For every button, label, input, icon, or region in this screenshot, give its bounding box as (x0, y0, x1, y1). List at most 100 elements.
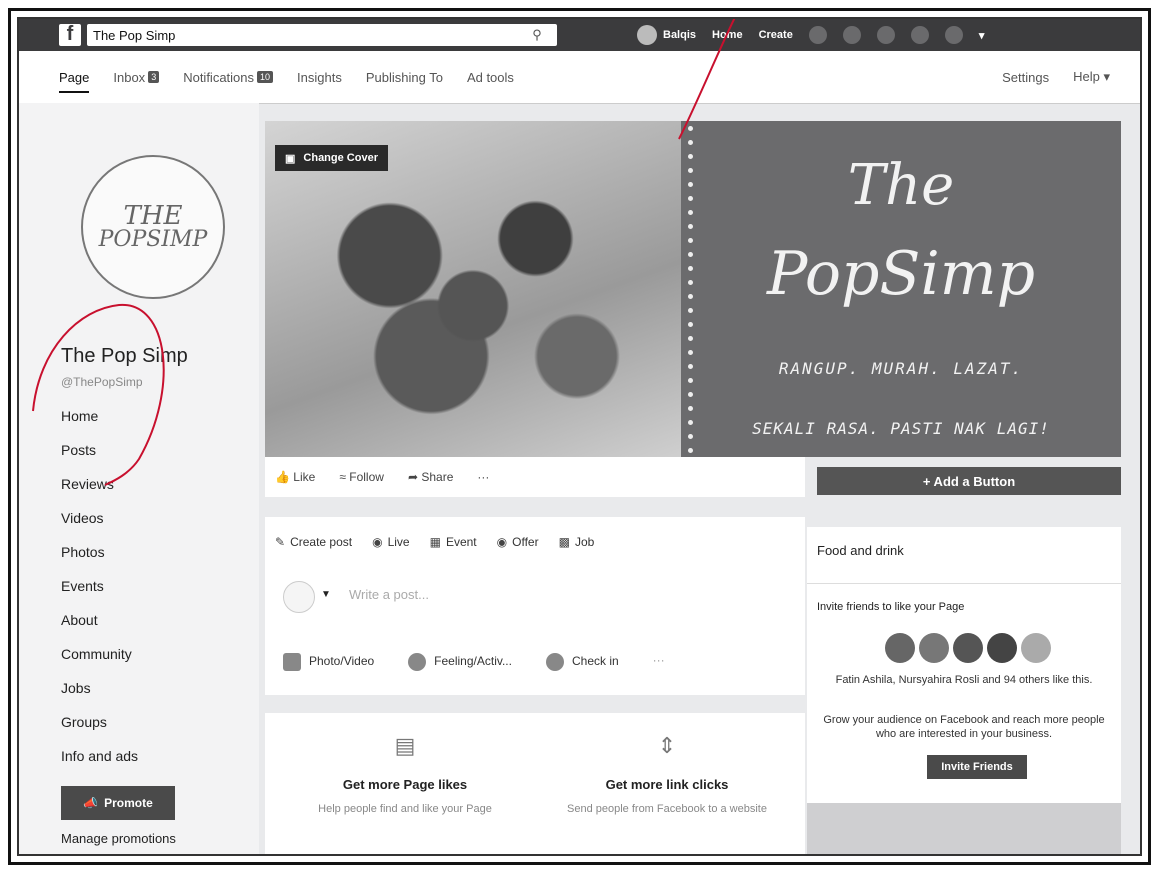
invite-heading: Invite friends to like your Page (817, 601, 965, 613)
offer-tag-icon: ◉ (496, 535, 508, 549)
get-page-likes-card[interactable]: ▤ Get more Page likes Help people find a… (285, 733, 525, 817)
more-options-button[interactable]: ··· (477, 470, 489, 484)
cursor-icon: ⇕ (657, 733, 677, 758)
logo-text-line1: THE (123, 201, 183, 231)
job-tab[interactable]: ▩ Job (559, 535, 595, 549)
tab-settings[interactable]: Settings (990, 51, 1061, 103)
tab-help[interactable]: Help ▾ (1061, 51, 1122, 103)
grow-audience-text: Grow your audience on Facebook and reach… (823, 714, 1105, 740)
cover-title-line2: PopSimp (766, 239, 1036, 309)
tab-insights[interactable]: Insights (285, 51, 354, 103)
photo-video-button[interactable]: Photo/Video (283, 653, 374, 671)
tab-label: Insights (297, 69, 342, 85)
tab-notifications[interactable]: Notifications 10 (171, 51, 285, 103)
sidebar-item-home[interactable]: Home (61, 399, 138, 433)
like-label: Like (293, 470, 316, 484)
manage-promotions-link[interactable]: Manage promotions (61, 831, 176, 846)
tab-label: Live (387, 535, 410, 549)
promote-label: Promote (104, 796, 153, 810)
notifications-count-badge: 10 (257, 71, 274, 83)
get-link-clicks-card[interactable]: ⇕ Get more link clicks Send people from … (547, 733, 787, 817)
tab-label: Ad tools (466, 69, 514, 85)
notifications-bell-icon[interactable] (876, 26, 895, 44)
offer-tab[interactable]: ◉ Offer (497, 535, 539, 549)
location-pin-icon (545, 653, 564, 671)
page-management-tabs: Page Inbox 3 Notifications 10 Insights Pub… (19, 51, 1140, 104)
invite-friends-button[interactable]: Invite Friends (927, 755, 1027, 779)
growth-suggestions: ▤ Get more Page likes Help people find a… (265, 713, 805, 854)
more-composer-options-button[interactable]: ··· (653, 653, 665, 671)
page-username[interactable]: @ThePopSimp (61, 375, 143, 389)
friends-like-text: Fatin Ashila, Nursyahira Rosli and 94 ot… (835, 674, 1093, 686)
sidebar-item-groups[interactable]: Groups (61, 705, 138, 739)
facebook-logo-icon[interactable]: f (59, 23, 81, 46)
camera-icon: ▣ (285, 152, 296, 165)
sidebar-item-photos[interactable]: Photos (61, 535, 138, 569)
sidebar-item-reviews[interactable]: Reviews (61, 467, 138, 501)
left-sidebar: THE POPSIMP The Pop Simp @ThePopSimp Hom… (19, 103, 259, 854)
home-link[interactable]: Home (712, 29, 743, 41)
inbox-count-badge: 3 (148, 71, 160, 83)
sidebar-item-events[interactable]: Events (61, 569, 138, 603)
post-as-chevron-down-icon[interactable]: ▼ (321, 589, 331, 600)
tab-page[interactable]: Page (47, 51, 101, 103)
change-cover-button[interactable]: ▣ Change Cover (275, 145, 388, 171)
check-in-button[interactable]: Check in (545, 653, 619, 671)
add-a-button[interactable]: + Add a Button (817, 467, 1121, 495)
cover-food-image (265, 121, 681, 457)
help-icon[interactable] (944, 26, 963, 44)
search-icon[interactable]: ⚲ (517, 27, 557, 43)
avatar[interactable] (1021, 633, 1051, 663)
avatar (637, 25, 657, 45)
tab-ad-tools[interactable]: Ad tools (455, 51, 526, 103)
page-category[interactable]: Food and drink (817, 543, 904, 558)
write-post-input[interactable]: Write a post... (349, 587, 429, 602)
page-title[interactable]: The Pop Simp (61, 345, 188, 368)
avatar[interactable] (987, 633, 1017, 663)
avatar[interactable] (953, 633, 983, 663)
page-likes-icon: ▤ (394, 733, 416, 758)
sidebar-item-info-and-ads[interactable]: Info and ads (61, 739, 138, 773)
event-tab[interactable]: ▦ Event (430, 535, 477, 549)
rss-icon: ≈ (339, 470, 346, 484)
tab-publishing-tools[interactable]: Publishing To (354, 51, 455, 103)
live-tab[interactable]: ◉ Live (372, 535, 410, 549)
create-link[interactable]: Create (759, 29, 793, 41)
follow-button[interactable]: ≈ Follow (339, 470, 384, 484)
page-profile-picture[interactable]: THE POPSIMP (81, 155, 225, 299)
sidebar-item-community[interactable]: Community (61, 637, 138, 671)
sidebar-item-videos[interactable]: Videos (61, 501, 138, 535)
action-label: Check in (571, 654, 619, 669)
sidebar-item-posts[interactable]: Posts (61, 433, 138, 467)
tab-label: Job (574, 535, 595, 549)
avatar (283, 581, 315, 613)
avatar[interactable] (919, 633, 949, 663)
profile-link[interactable]: Balqis (637, 25, 696, 45)
composer-actions: Photo/Video Feeling/Activ... Check in ··… (283, 653, 665, 671)
tab-inbox[interactable]: Inbox 3 (101, 51, 171, 103)
share-button[interactable]: ➦ Share (408, 470, 453, 484)
sidebar-item-about[interactable]: About (61, 603, 138, 637)
avatar[interactable] (885, 633, 915, 663)
friend-requests-icon[interactable] (808, 26, 827, 44)
post-composer: ✎ Create post ◉ Live ▦ Event ◉ Offer ▩ Job ▼ … (265, 517, 805, 695)
create-post-tab[interactable]: ✎ Create post (275, 535, 352, 549)
card-description: Help people find and like your Page (318, 803, 492, 815)
sidebar-item-jobs[interactable]: Jobs (61, 671, 138, 705)
tab-label: Publishing To (365, 69, 443, 85)
tab-label: Settings (1002, 69, 1050, 85)
tab-label: Create post (290, 535, 353, 549)
quick-help-icon[interactable] (910, 26, 929, 44)
tab-label: Event (445, 535, 477, 549)
feeling-activity-button[interactable]: Feeling/Activ... (408, 653, 512, 671)
search-input[interactable] (87, 27, 517, 43)
top-navigation-bar: f ⚲ Balqis Home Create ▾ (19, 19, 1140, 51)
pencil-icon: ✎ (275, 535, 286, 549)
promote-button[interactable]: 📣 Promote (61, 786, 175, 820)
thumbs-up-icon: 👍 (275, 470, 290, 484)
account-menu-chevron-down-icon[interactable]: ▾ (979, 29, 985, 42)
cover-tagline-1: RANGUP. MURAH. LAZAT. (778, 359, 1024, 378)
messenger-icon[interactable] (842, 26, 861, 44)
like-button[interactable]: 👍 Like (275, 470, 315, 484)
cover-title-line1: The (847, 153, 955, 218)
